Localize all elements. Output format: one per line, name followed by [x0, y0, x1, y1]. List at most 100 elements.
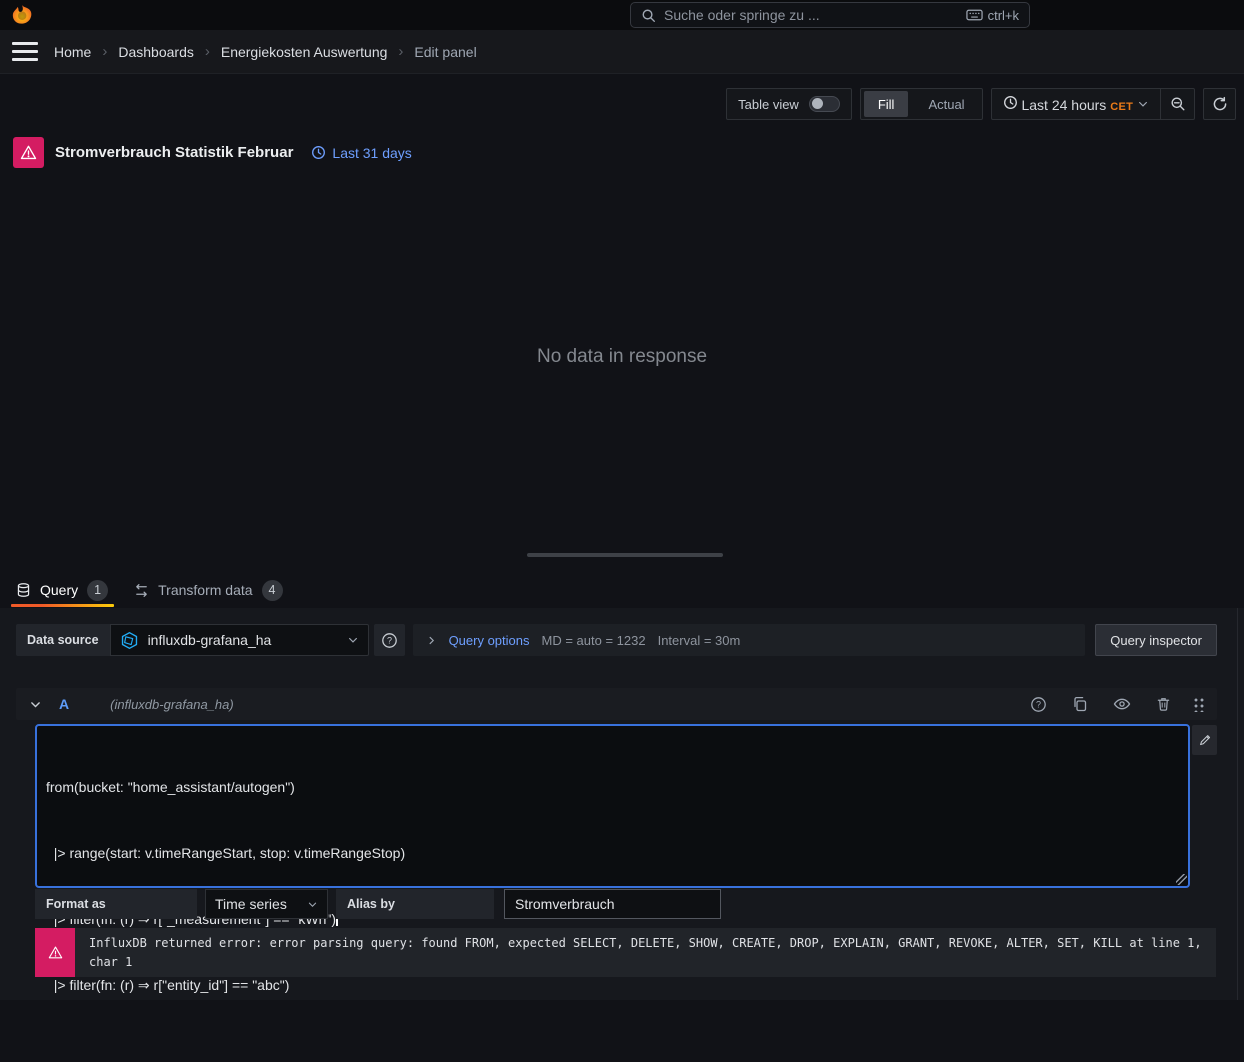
breadcrumb: Home › Dashboards › Energiekosten Auswer… — [54, 43, 477, 60]
drag-handle-icon[interactable] — [1193, 696, 1204, 712]
help-circle-icon: ? — [381, 632, 398, 649]
toggle-visibility-eye-icon[interactable] — [1113, 696, 1131, 712]
format-row: Format as Time series Alias by — [35, 889, 721, 919]
format-as-value: Time series — [215, 896, 287, 912]
transform-icon — [134, 583, 149, 598]
global-search[interactable]: ctrl+k — [630, 2, 1030, 28]
query-options-bar[interactable]: Query options MD = auto = 1232 Interval … — [413, 624, 1086, 656]
no-data-message: No data in response — [0, 346, 1244, 368]
datasource-label: Data source — [16, 624, 110, 656]
duplicate-query-icon[interactable] — [1072, 696, 1088, 712]
transform-count-badge: 4 — [262, 580, 283, 601]
query-options-label: Query options — [449, 633, 530, 648]
query-line: |> range(start: v.timeRangeStart, stop: … — [46, 842, 1179, 864]
edit-query-button[interactable] — [1192, 725, 1217, 755]
zoom-out-icon — [1170, 96, 1186, 112]
query-inspector-button[interactable]: Query inspector — [1095, 624, 1217, 656]
grafana-edit-panel-page: ctrl+k Home › Dashboards › Energiekosten… — [0, 0, 1244, 1000]
flux-query-editor[interactable]: from(bucket: "home_assistant/autogen") |… — [35, 724, 1190, 888]
keyboard-icon — [966, 9, 983, 21]
table-view-label: Table view — [738, 97, 799, 112]
query-row-actions: ? — [1030, 696, 1171, 713]
breadcrumb-current: Edit panel — [414, 44, 476, 60]
pane-resize-handle[interactable] — [527, 553, 723, 557]
search-shortcut: ctrl+k — [966, 8, 1019, 23]
influxdb-icon — [120, 631, 139, 650]
chevron-down-icon — [307, 899, 318, 910]
delete-query-trash-icon[interactable] — [1156, 696, 1171, 712]
breadcrumb-home[interactable]: Home — [54, 44, 91, 60]
panel-time-info[interactable]: Last 31 days — [311, 145, 411, 161]
chevron-right-icon: › — [398, 43, 403, 60]
datasource-value: influxdb-grafana_ha — [148, 632, 272, 648]
datasource-picker[interactable]: influxdb-grafana_ha — [110, 624, 369, 656]
interval-summary: Interval = 30m — [658, 633, 741, 648]
fill-actual-group: Fill Actual — [860, 88, 983, 120]
refresh-button[interactable] — [1203, 88, 1236, 120]
help-circle-icon[interactable]: ? — [1030, 696, 1047, 713]
breadcrumb-dashboards[interactable]: Dashboards — [118, 44, 194, 60]
query-datasource-hint: (influxdb-grafana_ha) — [110, 697, 234, 712]
breadcrumb-dashboard-name[interactable]: Energiekosten Auswertung — [221, 44, 388, 60]
search-input[interactable] — [664, 7, 958, 23]
time-range-label: Last 24 hours — [1021, 97, 1106, 113]
alias-by-label: Alias by — [336, 889, 494, 919]
max-data-points-summary: MD = auto = 1232 — [542, 633, 646, 648]
warning-triangle-icon — [20, 144, 37, 161]
tab-transform-label: Transform data — [158, 582, 252, 598]
tab-query-label: Query — [40, 582, 78, 598]
collapse-chevron-down-icon[interactable] — [29, 698, 42, 711]
chevron-down-icon — [1137, 98, 1149, 110]
query-error-alert: InfluxDB returned error: error parsing q… — [35, 928, 1209, 977]
warning-triangle-icon — [48, 945, 63, 960]
textarea-resize-handle[interactable] — [1176, 874, 1187, 885]
pencil-icon — [1198, 733, 1212, 747]
refresh-icon — [1212, 96, 1228, 112]
query-row-header: A (influxdb-grafana_ha) ? — [16, 688, 1217, 720]
menu-icon[interactable] — [12, 42, 38, 61]
format-as-select[interactable]: Time series — [205, 889, 328, 919]
timezone-badge: CET — [1110, 101, 1133, 113]
editor-tabs: Query 1 Transform data 4 — [16, 575, 283, 605]
query-line: from(bucket: "home_assistant/autogen") — [46, 776, 1179, 798]
fill-button[interactable]: Fill — [864, 91, 909, 117]
panel-alert-chip[interactable] — [13, 137, 44, 168]
clock-icon — [1003, 95, 1018, 110]
query-ref-id[interactable]: A — [59, 696, 69, 712]
panel-toolbar: Table view Fill Actual Last 24 hours CET — [726, 88, 1236, 120]
datasource-help-button[interactable]: ? — [374, 624, 405, 656]
table-view-toggle[interactable] — [809, 96, 840, 112]
error-stripe — [35, 928, 75, 977]
datasource-row: Data source influxdb-grafana_ha ? — [16, 624, 1217, 656]
grafana-logo-icon[interactable] — [10, 3, 34, 27]
nav-bar: Home › Dashboards › Energiekosten Auswer… — [0, 30, 1244, 74]
pane-splitter[interactable] — [1237, 608, 1238, 1000]
query-line: |> filter(fn: (r) ⇒ r["entity_id"] == "a… — [46, 974, 1179, 996]
zoom-out-button[interactable] — [1160, 89, 1194, 119]
chevron-right-icon: › — [205, 43, 210, 60]
top-bar: ctrl+k — [0, 0, 1244, 30]
alias-by-input[interactable] — [504, 889, 721, 919]
panel-title: Stromverbrauch Statistik Februar — [55, 144, 293, 161]
format-as-label: Format as — [35, 889, 197, 919]
tab-query[interactable]: Query 1 — [16, 575, 108, 605]
chevron-right-icon: › — [102, 43, 107, 60]
svg-text:?: ? — [387, 635, 392, 645]
clock-icon — [311, 145, 326, 160]
search-icon — [641, 8, 656, 23]
error-message: InfluxDB returned error: error parsing q… — [75, 928, 1216, 977]
actual-button[interactable]: Actual — [911, 89, 981, 119]
shortcut-label: ctrl+k — [988, 8, 1019, 23]
svg-text:?: ? — [1036, 699, 1041, 709]
chevron-right-icon — [426, 635, 437, 646]
table-view-group: Table view — [726, 88, 852, 120]
tab-transform-data[interactable]: Transform data 4 — [134, 575, 282, 605]
database-icon — [16, 582, 31, 598]
panel-header: Stromverbrauch Statistik Februar Last 31… — [13, 137, 412, 168]
query-editor-section: Data source influxdb-grafana_ha ? — [0, 608, 1244, 1000]
time-picker-group: Last 24 hours CET — [991, 88, 1195, 120]
chevron-down-icon — [347, 634, 359, 646]
panel-time-info-label: Last 31 days — [332, 145, 411, 161]
time-range-picker[interactable]: Last 24 hours CET — [992, 95, 1160, 113]
query-count-badge: 1 — [87, 580, 108, 601]
